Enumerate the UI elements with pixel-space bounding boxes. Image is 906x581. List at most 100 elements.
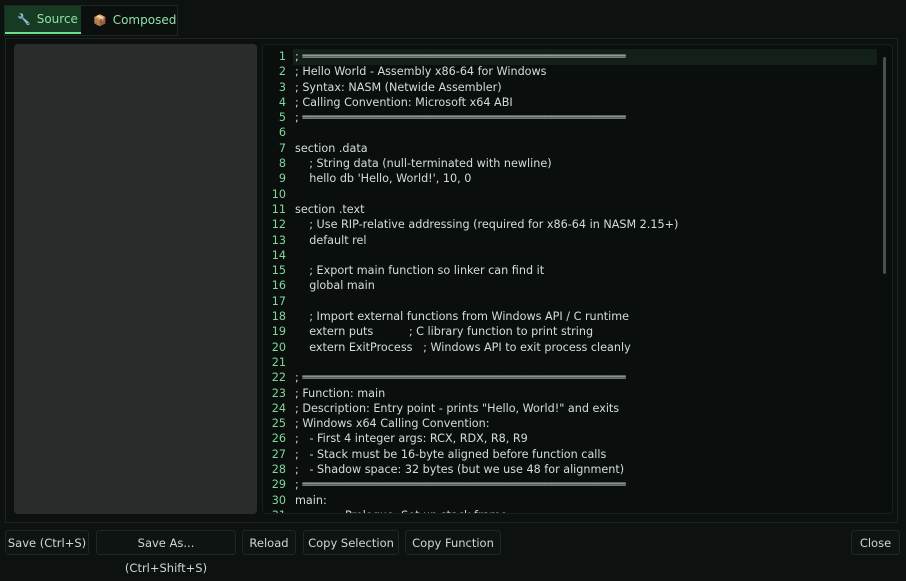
tab-composed[interactable]: 📦 Composed xyxy=(81,6,177,34)
tab-label: Source xyxy=(36,12,78,26)
code-line: 23 ; Function: main xyxy=(263,386,883,401)
line-text: ; ══════════════════════════════════════… xyxy=(295,371,626,385)
code-line: 26 ; - First 4 integer args: RCX, RDX, R8… xyxy=(263,431,883,446)
line-number: 24 xyxy=(271,401,286,415)
line-number: 16 xyxy=(271,279,286,293)
code-line: 5 ; ═════════════════════════════════════… xyxy=(263,110,883,125)
line-number: 21 xyxy=(271,355,286,369)
line-text: ; String data (null-terminated with newl… xyxy=(295,157,552,171)
line-number: 10 xyxy=(271,187,286,201)
code-line: 30 main: xyxy=(263,493,883,508)
tab-source[interactable]: 🔧 Source xyxy=(5,6,81,34)
line-text: ; Prologue: Set up stack frame xyxy=(286,508,508,513)
line-text xyxy=(286,355,295,370)
close-button[interactable]: Close xyxy=(851,530,900,555)
line-text: ; Hello World - Assembly x86-64 for Wind… xyxy=(295,65,547,79)
line-number: 25 xyxy=(271,417,286,431)
line-text: ; Windows x64 Calling Convention: xyxy=(295,417,490,431)
code-line: 3 ; Syntax: NASM (Netwide Assembler) xyxy=(263,80,883,95)
code-line: 4 ; Calling Convention: Microsoft x64 ABI xyxy=(263,95,883,110)
line-text: ; Use RIP-relative addressing (required … xyxy=(295,218,679,232)
code-line: 19 extern puts ; C library function to p… xyxy=(263,324,883,339)
code-line: 20 extern ExitProcess ; Windows API to e… xyxy=(263,340,883,355)
line-text: ; ══════════════════════════════════════… xyxy=(295,478,626,492)
line-number: 12 xyxy=(271,218,286,232)
line-text xyxy=(286,125,295,140)
line-text: ; Function: main xyxy=(295,386,386,400)
line-number: 23 xyxy=(271,386,286,400)
code-line: 7 section .data xyxy=(263,141,883,156)
line-number: 8 xyxy=(278,157,286,171)
code-line: 16 global main xyxy=(263,278,883,293)
line-number: 14 xyxy=(271,248,286,262)
code-line: 28 ; - Shadow space: 32 bytes (but we use… xyxy=(263,462,883,477)
line-text: ; - Shadow space: 32 bytes (but we use 4… xyxy=(295,463,625,477)
line-text: ; ══════════════════════════════════════… xyxy=(295,50,626,63)
line-text: extern ExitProcess ; Windows API to exit… xyxy=(295,340,631,354)
code-line: 8 ; String data (null-terminated with ne… xyxy=(263,156,883,171)
line-number: 20 xyxy=(271,340,286,354)
line-number: 6 xyxy=(278,126,286,140)
code-line: 27 ; - Stack must be 16-byte aligned befo… xyxy=(263,447,883,462)
reload-button[interactable]: Reload xyxy=(242,530,296,555)
line-number: 15 xyxy=(271,264,286,278)
code-line: 9 hello db 'Hello, World!', 10, 0 xyxy=(263,171,883,186)
line-number: 27 xyxy=(271,447,286,461)
line-number: 19 xyxy=(271,325,286,339)
code-line: 1 ; ═════════════════════════════════════… xyxy=(263,49,883,64)
code-line: 6 xyxy=(263,125,883,140)
line-number: 17 xyxy=(271,294,286,308)
line-text: section .data xyxy=(295,141,368,155)
line-number: 1 xyxy=(278,50,286,63)
line-text: ; - First 4 integer args: RCX, RDX, R8, … xyxy=(295,432,528,446)
code-line: 2 ; Hello World - Assembly x86-64 for Win… xyxy=(263,64,883,79)
line-text: ; ══════════════════════════════════════… xyxy=(295,111,626,125)
tab-bar: 🔧 Source 📦 Composed xyxy=(4,5,178,36)
line-number: 11 xyxy=(271,202,286,216)
line-text: ; Import external functions from Windows… xyxy=(295,310,630,324)
line-text: ; - Stack must be 16-byte aligned before… xyxy=(295,447,607,461)
copy-selection-button[interactable]: Copy Selection xyxy=(303,530,399,555)
code-line: 11 section .text xyxy=(263,202,883,217)
code-line: 31 ; Prologue: Set up stack frame xyxy=(263,508,883,513)
save-as-button[interactable]: Save As... (Ctrl+Shift+S) xyxy=(96,530,236,575)
code-editor[interactable]: 1 ; ═════════════════════════════════════… xyxy=(262,44,893,514)
code-line: 17 xyxy=(263,294,883,309)
line-number: 5 xyxy=(278,111,286,125)
line-number: 29 xyxy=(271,478,286,492)
code-line: 14 xyxy=(263,248,883,263)
line-text: ; Syntax: NASM (Netwide Assembler) xyxy=(295,80,502,94)
line-number: 9 xyxy=(278,172,286,186)
code-line: 29 ; ════════════════════════════════════… xyxy=(263,477,883,492)
line-number: 7 xyxy=(278,141,286,155)
line-number: 18 xyxy=(271,310,286,324)
line-text: default rel xyxy=(295,233,367,247)
line-text: section .text xyxy=(295,202,365,216)
line-text: extern puts ; C library function to prin… xyxy=(295,325,594,339)
code-lines: 1 ; ═════════════════════════════════════… xyxy=(263,49,883,513)
code-line: 24 ; Description: Entry point - prints "H… xyxy=(263,401,883,416)
code-line: 22 ; ════════════════════════════════════… xyxy=(263,370,883,385)
line-text: hello db 'Hello, World!', 10, 0 xyxy=(295,172,472,186)
line-number: 26 xyxy=(271,432,286,446)
line-text: ; Export main function so linker can fin… xyxy=(295,264,545,278)
line-text: global main xyxy=(295,279,375,293)
code-line: 12 ; Use RIP-relative addressing (requir… xyxy=(263,217,883,232)
line-text xyxy=(286,248,295,263)
side-panel xyxy=(14,44,257,514)
line-text: ; Calling Convention: Microsoft x64 ABI xyxy=(295,95,513,109)
code-line: 15 ; Export main function so linker can … xyxy=(263,263,883,278)
line-number: 28 xyxy=(271,463,286,477)
vertical-scrollbar[interactable] xyxy=(883,57,886,274)
save-button[interactable]: Save (Ctrl+S) xyxy=(5,530,89,555)
code-line: 21 xyxy=(263,355,883,370)
line-number: 22 xyxy=(271,371,286,385)
line-text xyxy=(286,294,295,309)
code-line: 25 ; Windows x64 Calling Convention: xyxy=(263,416,883,431)
wrench-icon: 🔧 xyxy=(17,12,31,26)
code-line: 10 xyxy=(263,187,883,202)
line-number: 13 xyxy=(271,233,286,247)
copy-function-button[interactable]: Copy Function xyxy=(405,530,501,555)
line-number: 3 xyxy=(278,80,286,94)
tab-label: Composed xyxy=(112,13,177,27)
